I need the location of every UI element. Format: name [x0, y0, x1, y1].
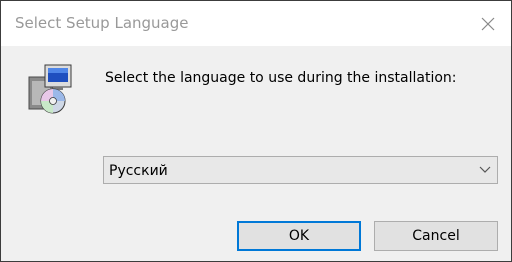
title-bar: Select Setup Language: [1, 1, 511, 46]
chevron-down-icon: [479, 166, 491, 173]
close-button[interactable]: [465, 1, 511, 46]
cancel-button[interactable]: Cancel: [374, 221, 498, 251]
setup-language-dialog: Select Setup Language Select the languag…: [0, 0, 512, 262]
prompt-text: Select the language to use during the in…: [105, 70, 457, 86]
language-select[interactable]: Русский: [103, 156, 498, 184]
window-title: Select Setup Language: [15, 14, 189, 32]
setup-computer-disc-icon: [23, 63, 77, 117]
language-select-value: Русский: [109, 163, 168, 179]
ok-button[interactable]: OK: [237, 221, 361, 251]
close-icon: [481, 17, 495, 31]
